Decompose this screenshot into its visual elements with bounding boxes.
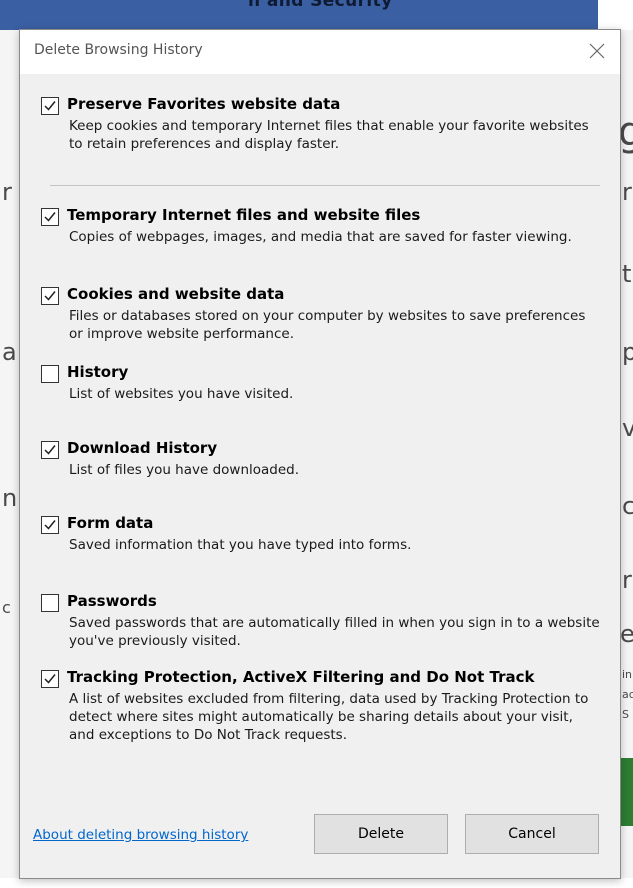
checkmark-icon <box>44 445 56 455</box>
checkbox-form-data[interactable] <box>41 516 59 534</box>
option-label: Download History <box>67 439 218 457</box>
delete-button[interactable]: Delete <box>314 814 448 854</box>
background-text-fragment: r <box>2 178 12 206</box>
background-text-fragment: in <box>622 668 633 681</box>
separator <box>50 185 600 186</box>
close-button[interactable] <box>580 34 614 68</box>
option-label: Form data <box>67 514 154 532</box>
option-description: List of files you have downloaded. <box>69 462 300 478</box>
background-text-fragment: t <box>622 260 632 288</box>
dialog-title: Delete Browsing History <box>34 42 203 58</box>
checkbox-cookies[interactable] <box>41 287 59 305</box>
background-text-fragment: r <box>622 178 632 206</box>
background-bottom-strip <box>0 878 633 888</box>
option-description: Files or databases stored on your comput… <box>69 308 586 342</box>
option-description: Keep cookies and temporary Internet file… <box>69 118 589 152</box>
background-text-fragment: r <box>622 566 632 594</box>
delete-browsing-history-dialog: Delete Browsing History Preserve Favorit… <box>19 29 621 879</box>
background-text-fragment: n <box>2 484 18 512</box>
option-label: Cookies and website data <box>67 285 285 303</box>
option-label: Temporary Internet files and website fil… <box>67 206 421 224</box>
background-text-fragment: a <box>2 338 17 366</box>
option-description: Saved information that you have typed in… <box>69 537 412 553</box>
option-label: Passwords <box>67 592 157 610</box>
background-text-fragment: ac <box>622 688 633 701</box>
cancel-button[interactable]: Cancel <box>465 814 599 854</box>
background-text-fragment: p <box>622 338 633 366</box>
background-text-fragment: c <box>622 492 633 520</box>
checkmark-icon <box>44 520 56 530</box>
checkbox-tracking-protection[interactable] <box>41 670 59 688</box>
checkmark-icon <box>44 291 56 301</box>
close-icon <box>589 43 605 59</box>
background-header-text: n and Security <box>248 0 393 11</box>
checkmark-icon <box>44 674 56 684</box>
checkbox-passwords[interactable] <box>41 594 59 612</box>
checkbox-temporary-files[interactable] <box>41 208 59 226</box>
checkbox-download-history[interactable] <box>41 441 59 459</box>
checkmark-icon <box>44 101 56 111</box>
option-description: Copies of webpages, images, and media th… <box>69 229 572 245</box>
option-description: A list of websites excluded from filteri… <box>69 691 589 743</box>
checkbox-history[interactable] <box>41 365 59 383</box>
option-label: Preserve Favorites website data <box>67 95 341 113</box>
background-header-bar: n and Security <box>0 0 633 30</box>
background-text-fragment: e <box>620 620 633 648</box>
background-text-fragment: c <box>2 598 11 617</box>
option-description: List of websites you have visited. <box>69 386 294 402</box>
checkmark-icon <box>44 212 56 222</box>
about-deleting-history-link[interactable]: About deleting browsing history <box>33 827 248 843</box>
background-header-edge <box>598 0 633 30</box>
title-bar: Delete Browsing History <box>20 30 620 74</box>
checkbox-preserve-favorites[interactable] <box>41 97 59 115</box>
option-label: History <box>67 363 129 381</box>
background-text-fragment: v <box>622 414 633 442</box>
option-label: Tracking Protection, ActiveX Filtering a… <box>67 668 535 686</box>
background-text-fragment: S <box>622 708 629 721</box>
option-description: Saved passwords that are automatically f… <box>69 615 600 649</box>
